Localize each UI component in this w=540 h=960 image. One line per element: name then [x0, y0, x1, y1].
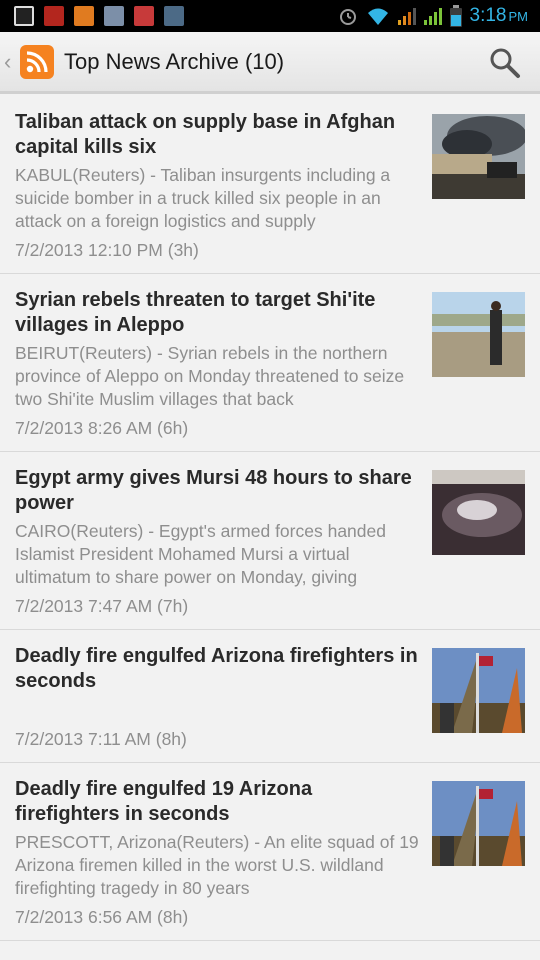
- clock: 3:18 PM: [470, 5, 528, 27]
- article-item[interactable]: Taliban attack on supply base in Afghan …: [0, 97, 540, 274]
- clock-time: 3:18: [469, 5, 507, 26]
- action-bar: ‹ Top News Archive (10): [0, 32, 540, 94]
- article-title: Deadly fire engulfed Arizona firefighter…: [15, 645, 418, 692]
- article-summary: KABUL(Reuters) - Taliban insurgents incl…: [15, 165, 391, 231]
- article-summary: CAIRO(Reuters) - Egypt's armed forces ha…: [15, 521, 386, 587]
- article-title: Taliban attack on supply base in Afghan …: [15, 111, 396, 158]
- article-date: 7/2/2013 7:11 AM (8h): [15, 729, 187, 749]
- article-title: Syrian rebels threaten to target Shi'ite…: [15, 289, 376, 336]
- wifi-icon: [367, 8, 388, 25]
- article-thumbnail: [432, 648, 525, 733]
- store-notification-icon: [134, 6, 154, 26]
- signal-strength-1-icon: [397, 7, 416, 25]
- signal-strength-2-icon: [423, 7, 442, 25]
- article-item[interactable]: Deadly fire engulfed Arizona firefighter…: [0, 630, 540, 763]
- gallery-notification-icon: [14, 6, 34, 26]
- article-thumbnail: [432, 781, 525, 866]
- page-title: Top News Archive (10): [64, 48, 285, 74]
- article-item[interactable]: Egypt army gives Mursi 48 hours to share…: [0, 452, 540, 630]
- app-notification-icon: [44, 6, 64, 26]
- article-thumbnail: [432, 292, 525, 377]
- article-date: 7/2/2013 8:26 AM (6h): [15, 418, 189, 438]
- clock-ampm: PM: [508, 9, 529, 24]
- rss-icon[interactable]: [20, 44, 54, 79]
- article-list: Taliban attack on supply base in Afghan …: [0, 97, 540, 941]
- article-item[interactable]: Deadly fire engulfed 19 Arizona firefigh…: [0, 763, 540, 941]
- chevron-left-icon[interactable]: ‹: [4, 49, 18, 75]
- notification-icons: [0, 6, 184, 26]
- article-thumbnail: [432, 114, 525, 199]
- article-date: 7/2/2013 12:10 PM (3h): [15, 240, 199, 260]
- news-notification-icon: [104, 6, 124, 26]
- article-summary: BEIRUT(Reuters) - Syrian rebels in the n…: [15, 343, 405, 409]
- article-date: 7/2/2013 6:56 AM (8h): [15, 907, 189, 927]
- article-date: 7/2/2013 7:47 AM (7h): [15, 596, 189, 616]
- photo-notification-icon: [164, 6, 184, 26]
- alarm-icon: [339, 9, 356, 25]
- status-bar: 3:18 PM: [0, 0, 540, 32]
- rss-notification-icon: [74, 6, 94, 26]
- article-title: Deadly fire engulfed 19 Arizona firefigh…: [15, 778, 313, 825]
- article-thumbnail: [432, 470, 525, 555]
- article-summary: PRESCOTT, Arizona(Reuters) - An elite sq…: [15, 832, 419, 898]
- battery-icon: [449, 5, 462, 27]
- search-icon: [490, 48, 520, 78]
- article-item[interactable]: Syrian rebels threaten to target Shi'ite…: [0, 274, 540, 452]
- search-button[interactable]: [488, 46, 522, 80]
- article-title: Egypt army gives Mursi 48 hours to share…: [15, 467, 412, 514]
